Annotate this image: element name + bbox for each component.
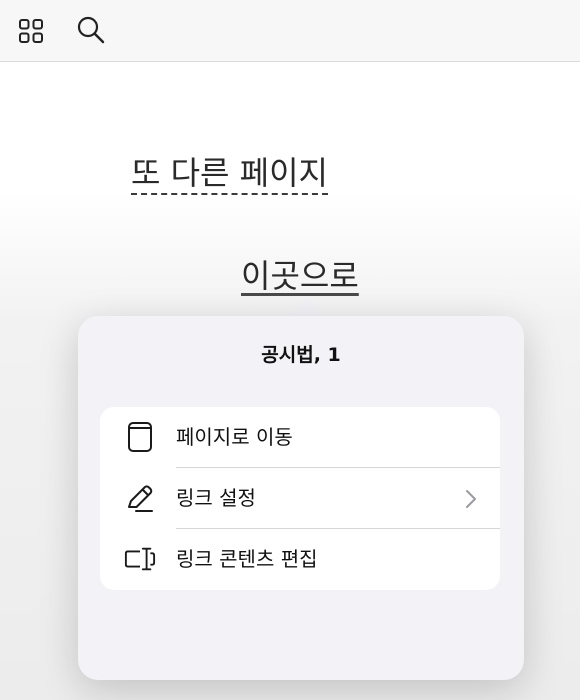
pencil-icon bbox=[124, 482, 156, 514]
link-settings-menu-item[interactable]: 링크 설정 bbox=[100, 468, 500, 529]
chevron-right-icon bbox=[464, 488, 478, 510]
go-to-page-menu-item[interactable]: 페이지로 이동 bbox=[100, 407, 500, 468]
link-action-menu: 페이지로 이동 링크 설정 링크 콘텐츠 편집 bbox=[100, 407, 500, 590]
link-text-here[interactable]: 이곳으로 bbox=[241, 260, 359, 292]
text-cursor-icon bbox=[124, 543, 156, 575]
link-popover: 공시법, 1 페이지로 이동 링크 설정 링크 콘텐츠 편집 bbox=[78, 316, 524, 680]
search-icon[interactable] bbox=[76, 15, 106, 45]
grid-icon[interactable] bbox=[16, 16, 46, 46]
popover-arrow bbox=[289, 298, 325, 317]
page-icon bbox=[124, 421, 156, 453]
link-text-another-page[interactable]: 또 다른 페이지 bbox=[131, 157, 328, 195]
edit-link-content-label: 링크 콘텐츠 편집 bbox=[176, 547, 318, 571]
edit-link-content-menu-item[interactable]: 링크 콘텐츠 편집 bbox=[100, 529, 500, 590]
toolbar bbox=[0, 0, 580, 62]
popover-title: 공시법, 1 bbox=[261, 344, 341, 366]
link-settings-label: 링크 설정 bbox=[176, 486, 256, 510]
go-to-page-label: 페이지로 이동 bbox=[176, 425, 293, 449]
